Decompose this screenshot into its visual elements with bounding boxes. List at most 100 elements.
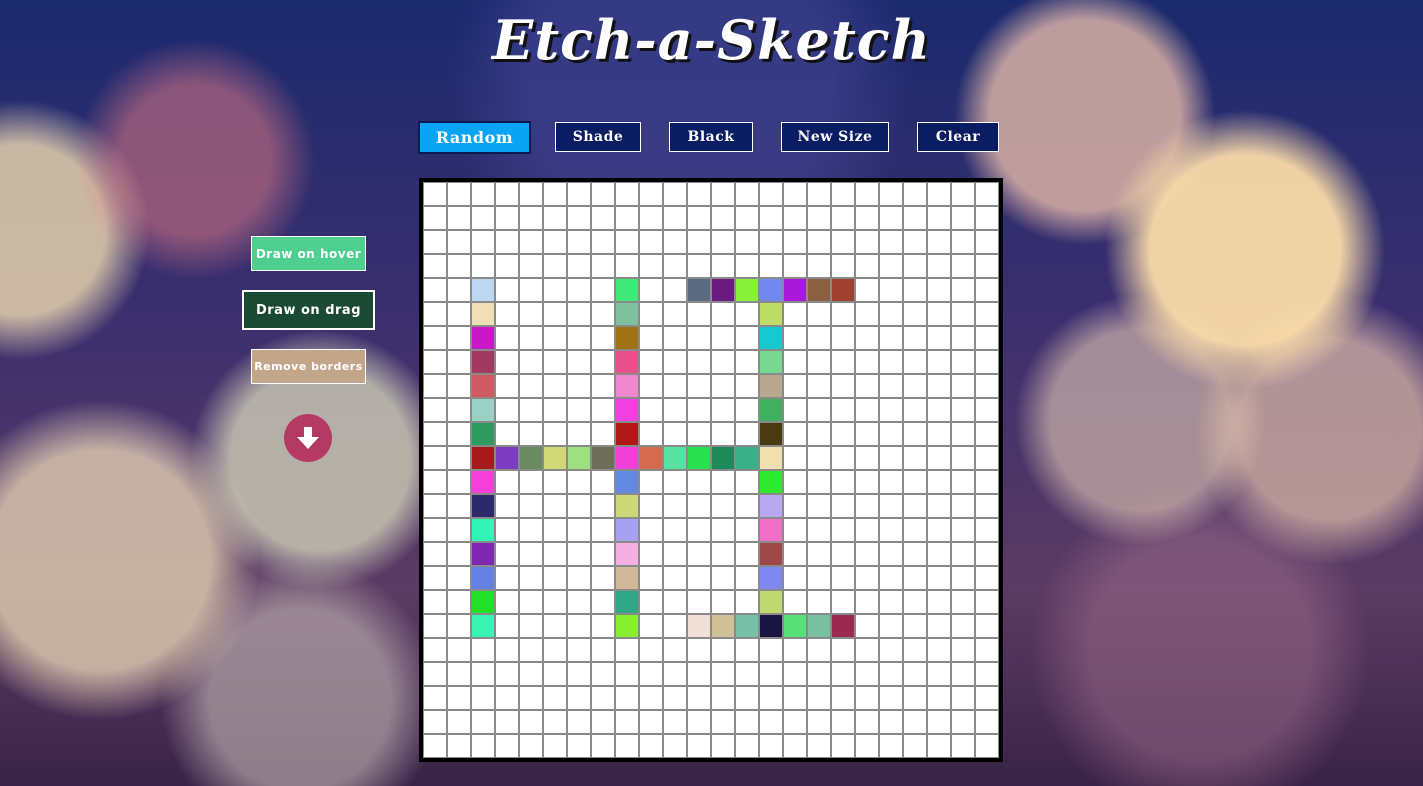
grid-cell[interactable] (687, 494, 711, 518)
grid-cell[interactable] (447, 710, 471, 734)
grid-cell[interactable] (759, 734, 783, 758)
grid-cell[interactable] (879, 182, 903, 206)
grid-cell[interactable] (903, 494, 927, 518)
grid-cell[interactable] (639, 182, 663, 206)
grid-cell[interactable] (879, 734, 903, 758)
grid-cell[interactable] (927, 422, 951, 446)
grid-cell[interactable] (495, 398, 519, 422)
grid-cell[interactable] (687, 302, 711, 326)
grid-cell[interactable] (783, 374, 807, 398)
grid-cell[interactable] (543, 398, 567, 422)
grid-cell[interactable] (903, 422, 927, 446)
grid-cell[interactable] (903, 446, 927, 470)
grid-cell[interactable] (447, 566, 471, 590)
grid-cell[interactable] (855, 398, 879, 422)
grid-cell[interactable] (663, 254, 687, 278)
grid-cell[interactable] (855, 350, 879, 374)
grid-cell[interactable] (879, 686, 903, 710)
grid-cell[interactable] (927, 542, 951, 566)
grid-cell[interactable] (759, 182, 783, 206)
grid-cell[interactable] (807, 278, 831, 302)
grid-cell[interactable] (855, 302, 879, 326)
grid-cell[interactable] (831, 446, 855, 470)
grid-cell[interactable] (423, 686, 447, 710)
grid-cell[interactable] (471, 374, 495, 398)
grid-cell[interactable] (639, 422, 663, 446)
grid-cell[interactable] (951, 206, 975, 230)
grid-cell[interactable] (951, 446, 975, 470)
grid-cell[interactable] (543, 734, 567, 758)
grid-cell[interactable] (687, 470, 711, 494)
grid-cell[interactable] (903, 470, 927, 494)
grid-cell[interactable] (687, 710, 711, 734)
grid-cell[interactable] (519, 566, 543, 590)
grid-cell[interactable] (447, 254, 471, 278)
grid-cell[interactable] (879, 206, 903, 230)
grid-cell[interactable] (735, 326, 759, 350)
grid-cell[interactable] (975, 398, 999, 422)
grid-cell[interactable] (639, 638, 663, 662)
grid-cell[interactable] (783, 302, 807, 326)
grid-cell[interactable] (879, 254, 903, 278)
grid-cell[interactable] (591, 470, 615, 494)
grid-cell[interactable] (903, 302, 927, 326)
grid-cell[interactable] (567, 446, 591, 470)
grid-cell[interactable] (687, 374, 711, 398)
grid-cell[interactable] (951, 686, 975, 710)
grid-cell[interactable] (687, 206, 711, 230)
new-size-button[interactable]: New Size (781, 122, 889, 152)
black-button[interactable]: Black (669, 122, 753, 152)
grid-cell[interactable] (495, 494, 519, 518)
grid-cell[interactable] (855, 374, 879, 398)
grid-cell[interactable] (567, 302, 591, 326)
grid-cell[interactable] (855, 662, 879, 686)
grid-cell[interactable] (759, 590, 783, 614)
grid-cell[interactable] (951, 302, 975, 326)
grid-cell[interactable] (831, 302, 855, 326)
grid-cell[interactable] (831, 470, 855, 494)
grid-cell[interactable] (471, 446, 495, 470)
grid-cell[interactable] (711, 254, 735, 278)
remove-borders-button[interactable]: Remove borders (251, 349, 366, 384)
grid-cell[interactable] (807, 710, 831, 734)
grid-cell[interactable] (567, 350, 591, 374)
grid-cell[interactable] (495, 182, 519, 206)
grid-cell[interactable] (495, 374, 519, 398)
grid-cell[interactable] (927, 182, 951, 206)
grid-cell[interactable] (975, 710, 999, 734)
grid-cell[interactable] (975, 566, 999, 590)
grid-cell[interactable] (903, 374, 927, 398)
grid-cell[interactable] (879, 422, 903, 446)
grid-cell[interactable] (423, 710, 447, 734)
grid-cell[interactable] (591, 686, 615, 710)
grid-cell[interactable] (831, 422, 855, 446)
grid-cell[interactable] (783, 470, 807, 494)
grid-cell[interactable] (615, 278, 639, 302)
grid-cell[interactable] (735, 566, 759, 590)
grid-cell[interactable] (855, 326, 879, 350)
grid-cell[interactable] (975, 518, 999, 542)
grid-cell[interactable] (711, 710, 735, 734)
grid-cell[interactable] (519, 206, 543, 230)
grid-cell[interactable] (663, 374, 687, 398)
grid-cell[interactable] (663, 446, 687, 470)
grid-cell[interactable] (471, 326, 495, 350)
grid-cell[interactable] (807, 206, 831, 230)
grid-cell[interactable] (543, 374, 567, 398)
grid-cell[interactable] (831, 566, 855, 590)
grid-cell[interactable] (783, 686, 807, 710)
grid-cell[interactable] (639, 470, 663, 494)
grid-cell[interactable] (567, 230, 591, 254)
grid-cell[interactable] (903, 686, 927, 710)
grid-cell[interactable] (903, 542, 927, 566)
grid-cell[interactable] (423, 638, 447, 662)
grid-cell[interactable] (951, 662, 975, 686)
grid-cell[interactable] (423, 518, 447, 542)
grid-cell[interactable] (879, 542, 903, 566)
grid-cell[interactable] (423, 614, 447, 638)
grid-cell[interactable] (495, 302, 519, 326)
grid-cell[interactable] (759, 278, 783, 302)
grid-cell[interactable] (783, 542, 807, 566)
grid-cell[interactable] (687, 326, 711, 350)
grid-cell[interactable] (567, 590, 591, 614)
